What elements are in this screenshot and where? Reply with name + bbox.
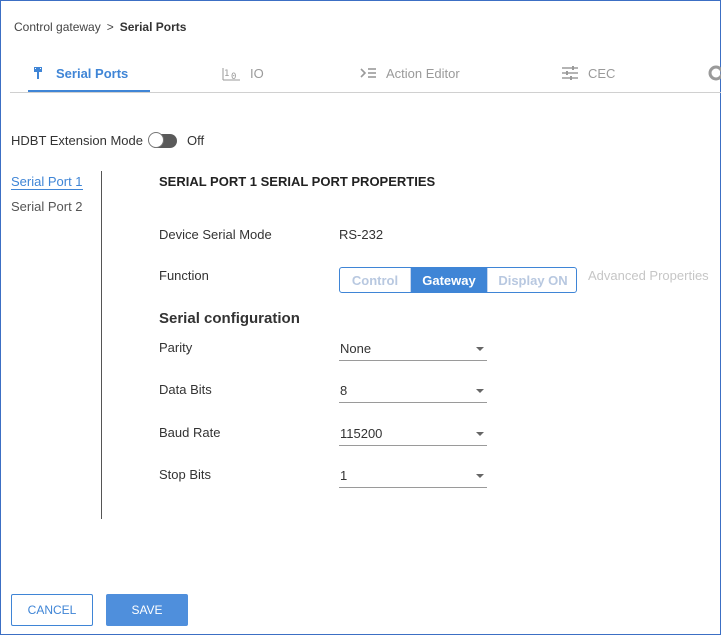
function-label: Function <box>159 268 209 283</box>
tab-action-editor-label: Action Editor <box>386 65 460 81</box>
cancel-button[interactable]: CANCEL <box>11 594 93 626</box>
tab-cec[interactable]: CEC <box>560 56 615 90</box>
stop-bits-select[interactable]: 1 <box>339 467 487 488</box>
breadcrumb: Control gateway > Serial Ports <box>14 20 186 34</box>
stop-bits-label: Stop Bits <box>159 467 212 482</box>
tab-bar: Serial Ports 10 IO Action Editor CEC <box>10 56 721 93</box>
parity-value: None <box>340 341 372 356</box>
svg-text:1: 1 <box>224 69 229 79</box>
hdbt-state: Off <box>187 133 205 148</box>
tab-cec-label: CEC <box>588 65 616 81</box>
hdbt-toggle[interactable] <box>148 131 177 148</box>
parity-label: Parity <box>159 340 193 355</box>
chevron-down-icon <box>476 474 484 478</box>
sliders-icon <box>560 63 580 83</box>
chevron-down-icon <box>476 389 484 393</box>
baud-rate-value: 115200 <box>340 426 383 441</box>
io-icon: 10 <box>222 63 242 83</box>
tab-action-editor[interactable]: Action Editor <box>358 56 460 90</box>
breadcrumb-parent[interactable]: Control gateway <box>14 20 101 34</box>
tab-more[interactable] <box>706 56 721 90</box>
function-segmented-control: Control Gateway Display ON <box>339 267 577 293</box>
data-bits-select[interactable]: 8 <box>339 382 487 403</box>
chevron-down-icon <box>476 432 484 436</box>
serial-port-list: Serial Port 1 Serial Port 2 <box>11 173 99 222</box>
tab-io-label: IO <box>250 65 264 81</box>
function-display-on-option[interactable]: Display ON <box>487 268 576 292</box>
hdbt-extension-mode: HDBT Extension Mode Off <box>11 131 205 148</box>
chevron-down-icon <box>476 347 484 351</box>
breadcrumb-separator: > <box>106 20 114 34</box>
tab-serial-ports-label: Serial Ports <box>56 65 129 81</box>
function-gateway-option[interactable]: Gateway <box>410 268 487 292</box>
breadcrumb-current: Serial Ports <box>119 20 187 34</box>
hdbt-label: HDBT Extension Mode <box>11 133 143 148</box>
data-bits-value: 8 <box>340 383 348 398</box>
save-button[interactable]: SAVE <box>106 594 188 626</box>
serial-port-2-link[interactable]: Serial Port 2 <box>11 199 83 214</box>
baud-rate-select[interactable]: 115200 <box>339 425 487 446</box>
function-control-option[interactable]: Control <box>340 268 410 292</box>
advanced-properties-link[interactable]: Advanced Properties <box>588 268 709 283</box>
device-serial-mode-value: RS-232 <box>339 227 384 242</box>
tab-io[interactable]: 10 IO <box>222 56 264 90</box>
baud-rate-label: Baud Rate <box>159 425 221 440</box>
toggle-knob <box>148 131 164 148</box>
tab-serial-ports[interactable]: Serial Ports <box>28 56 150 92</box>
serial-configuration-title: Serial configuration <box>159 310 300 327</box>
device-serial-mode-label: Device Serial Mode <box>159 227 272 242</box>
data-bits-label: Data Bits <box>159 382 212 397</box>
stop-bits-value: 1 <box>340 468 348 483</box>
serial-port-1-link[interactable]: Serial Port 1 <box>11 174 83 190</box>
panel-title: SERIAL PORT 1 SERIAL PORT PROPERTIES <box>159 174 436 189</box>
window-frame <box>0 0 721 635</box>
serial-port-icon <box>28 63 48 83</box>
action-editor-icon <box>358 63 378 83</box>
divider <box>101 171 102 519</box>
parity-select[interactable]: None <box>339 340 487 361</box>
gear-icon <box>706 63 721 83</box>
